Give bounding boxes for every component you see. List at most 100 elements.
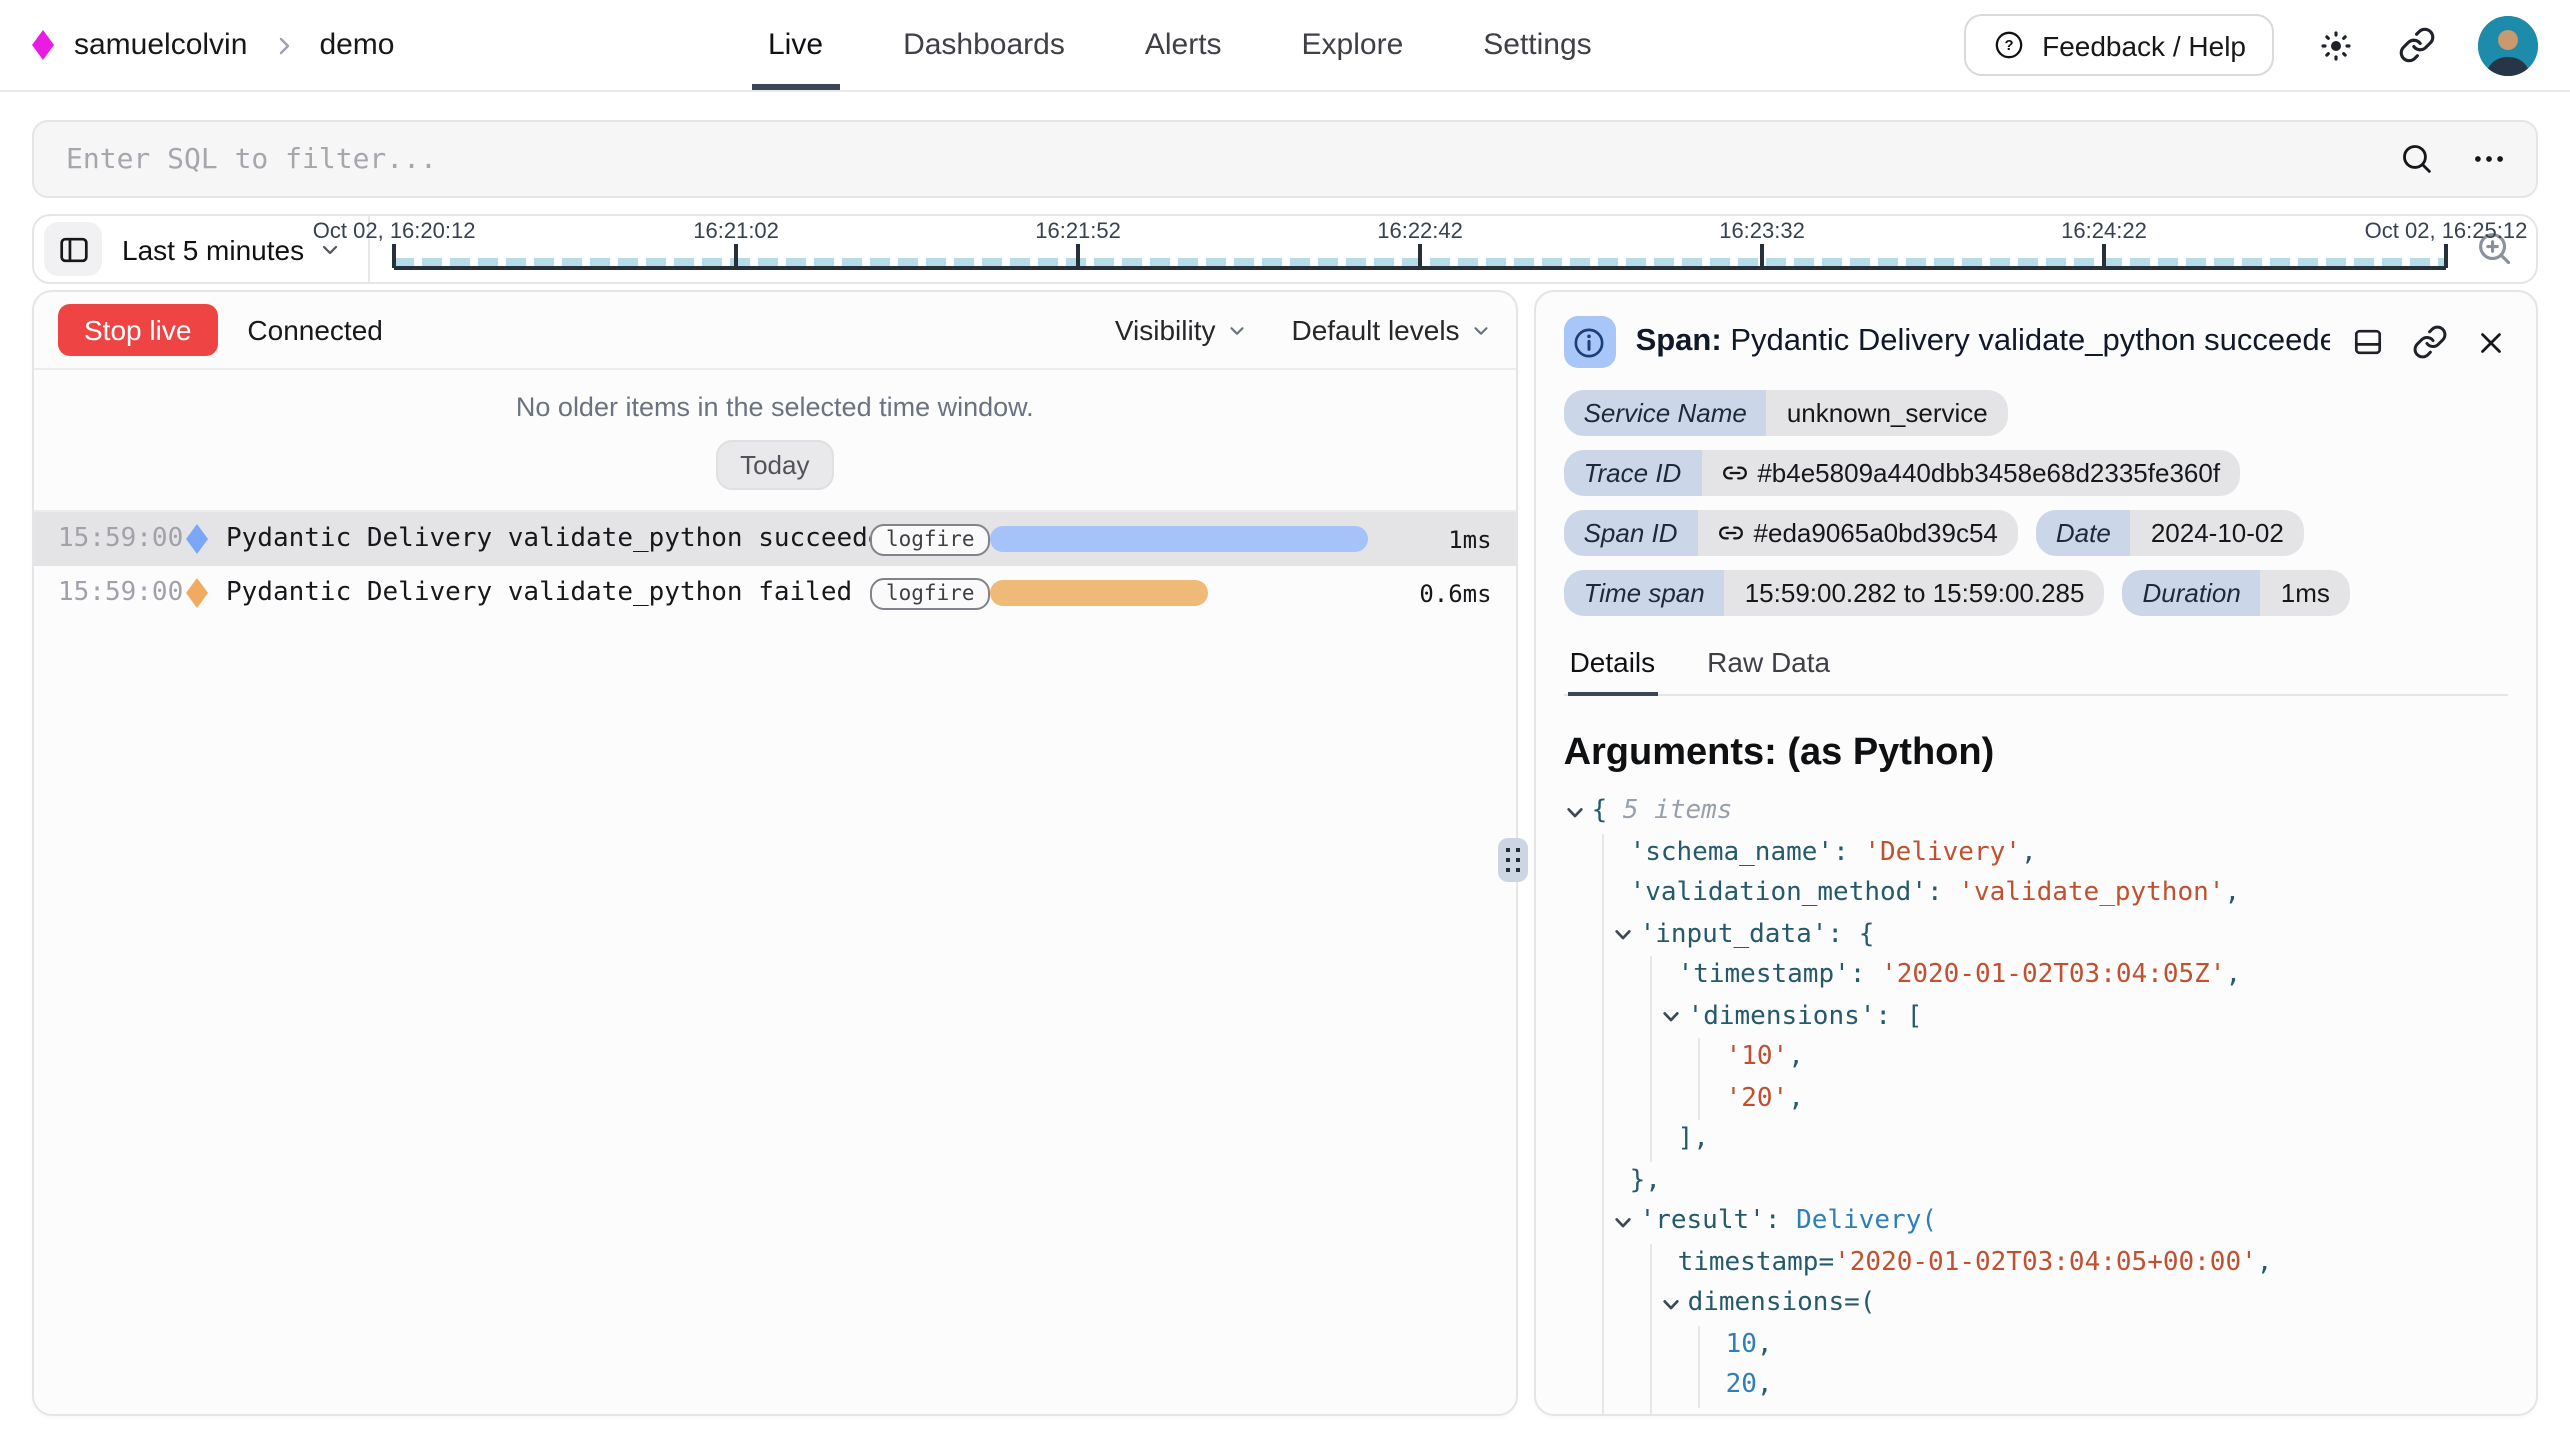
detail-tab-raw-data[interactable]: Raw Data [1705, 646, 1832, 694]
attribute-value-text: unknown_service [1787, 398, 1988, 428]
detail-tab-details[interactable]: Details [1568, 646, 1658, 694]
json-token: , [1757, 1325, 1773, 1366]
json-token: , [1788, 1038, 1804, 1079]
json-children: 10,20, [1698, 1325, 2508, 1407]
json-line: '10', [1726, 1038, 2508, 1079]
default-levels-dropdown[interactable]: Default levels [1291, 314, 1491, 346]
visibility-dropdown[interactable]: Visibility [1115, 314, 1248, 346]
duration-bar-track [990, 526, 1368, 552]
theme-toggle-sun-icon[interactable] [2316, 25, 2356, 65]
link-icon[interactable] [1721, 460, 1747, 486]
breadcrumb-org[interactable]: samuelcolvin [74, 28, 247, 62]
json-token: 'schema_name' [1630, 833, 1834, 874]
attribute-value: 15:59:00.282 to 15:59:00.285 [1725, 570, 2105, 616]
log-row-message: Pydantic Delivery validate_python failed [226, 578, 870, 608]
expander-chevron-icon[interactable] [1614, 927, 1640, 945]
sql-filter-input[interactable] [62, 141, 2364, 177]
json-line: 'schema_name': 'Delivery', [1630, 833, 2508, 874]
timeline-tick [1076, 244, 1079, 268]
logfire-tag[interactable]: logfire [870, 523, 991, 555]
json-children: 'schema_name': 'Delivery','validation_me… [1602, 833, 2508, 1416]
nav-tab-settings[interactable]: Settings [1483, 0, 1591, 90]
json-token: , [1788, 1079, 1804, 1120]
copy-link-icon[interactable] [2412, 324, 2448, 360]
chevron-right-icon [271, 33, 295, 57]
panel-splitter-grip[interactable] [1498, 838, 1528, 882]
span-title-prefix: Span: [1636, 324, 1722, 358]
json-token: , [2257, 1243, 2273, 1284]
connection-status: Connected [247, 314, 382, 346]
sidebar-toggle-icon[interactable] [44, 222, 102, 276]
live-log-panel: Stop live Connected Visibility Default l… [32, 290, 1518, 1416]
json-token: ], [1678, 1120, 1709, 1161]
json-token: , [2224, 874, 2240, 915]
expander-chevron-icon[interactable] [1614, 1214, 1640, 1232]
json-token: }, [1630, 1161, 1661, 1202]
json-line: 20, [1726, 1366, 2508, 1407]
attribute-value: #eda9065a0bd39c54 [1698, 510, 2018, 556]
expander-chevron-icon[interactable] [1662, 1296, 1688, 1314]
timeline-tick-label: 16:21:02 [693, 220, 779, 244]
close-icon[interactable] [2474, 325, 2508, 359]
json-line: 'input_data': { [1630, 915, 2508, 956]
attribute-value-text: 2024-10-02 [2151, 518, 2284, 548]
link-icon[interactable] [1718, 520, 1744, 546]
json-token: ), [1678, 1407, 1709, 1416]
search-icon[interactable] [2398, 140, 2436, 178]
dock-panel-icon[interactable] [2350, 324, 2386, 360]
json-line: 'dimensions': [ [1678, 997, 2508, 1038]
nav-tab-explore[interactable]: Explore [1302, 0, 1404, 90]
expander-chevron-icon[interactable] [1662, 1009, 1688, 1027]
json-line: 10, [1726, 1325, 2508, 1366]
time-range-bar: Last 5 minutes Oct 02, 16:20:1216:21:021… [32, 214, 2538, 284]
attribute-pill-duration: Duration1ms [2123, 570, 2350, 616]
attribute-pill-time-span: Time span15:59:00.282 to 15:59:00.285 [1564, 570, 2105, 616]
timeline-track[interactable]: Oct 02, 16:20:1216:21:0216:21:5216:22:42… [394, 216, 2446, 282]
json-line: 'result': Delivery( [1630, 1202, 2508, 1243]
log-level-diamond-icon [186, 578, 208, 608]
feedback-help-button[interactable]: ? Feedback / Help [1964, 14, 2274, 76]
json-token: '10' [1726, 1038, 1789, 1079]
timeline-tick-label: 16:24:22 [2061, 220, 2147, 244]
timeline-tick [2102, 244, 2105, 268]
chevron-down-icon [1225, 319, 1247, 341]
badge-row: Span ID#eda9065a0bd39c54Date2024-10-02 [1564, 510, 2304, 556]
more-options-icon[interactable] [2470, 140, 2508, 178]
attribute-value-text: #b4e5809a440dbb3458e68d2335fe360f [1757, 458, 2220, 488]
log-row[interactable]: 15:59:00Pydantic Delivery validate_pytho… [34, 566, 1516, 620]
nav-tab-dashboards[interactable]: Dashboards [903, 0, 1065, 90]
nav-tab-live[interactable]: Live [768, 0, 823, 90]
json-token: { [1592, 792, 1623, 833]
json-token: , [1757, 1366, 1773, 1407]
attribute-label: Trace ID [1564, 450, 1702, 496]
today-chip[interactable]: Today [716, 440, 833, 490]
attribute-pill-date: Date2024-10-02 [2036, 510, 2304, 556]
attribute-label: Time span [1564, 570, 1725, 616]
json-token: [ [1907, 997, 1923, 1038]
main-nav: Live Dashboards Alerts Explore Settings [768, 0, 1592, 90]
attribute-pill-trace-id: Trace ID #b4e5809a440dbb3458e68d2335fe360… [1564, 450, 2241, 496]
logfire-logo-icon[interactable] [32, 30, 54, 60]
breadcrumb-project[interactable]: demo [319, 28, 394, 62]
nav-tab-alerts[interactable]: Alerts [1145, 0, 1222, 90]
json-token: 'validate_python' [1958, 874, 2224, 915]
expander-chevron-icon[interactable] [1566, 804, 1592, 822]
stop-live-button[interactable]: Stop live [58, 304, 217, 356]
json-token: { [1859, 915, 1875, 956]
user-avatar[interactable] [2478, 15, 2538, 75]
share-link-icon[interactable] [2398, 26, 2436, 64]
live-panel-header: Stop live Connected Visibility Default l… [34, 292, 1516, 370]
attribute-value: 1ms [2261, 570, 2350, 616]
timeline-tick [734, 244, 737, 268]
log-row-tag-cell: logfire [870, 577, 982, 609]
json-token: '2020-01-02T03:04:05Z' [1881, 956, 2225, 997]
json-token: Delivery( [1796, 1202, 1937, 1243]
log-row[interactable]: 15:59:00Pydantic Delivery validate_pytho… [34, 512, 1516, 566]
visibility-label: Visibility [1115, 314, 1216, 346]
json-token: 'timestamp' [1678, 956, 1850, 997]
empty-window-message: No older items in the selected time wind… [34, 392, 1516, 422]
attribute-label: Service Name [1564, 390, 1767, 436]
span-detail-panel: Span: Pydantic Delivery validate_python … [1534, 290, 2538, 1416]
json-token: , [2021, 833, 2037, 874]
logfire-tag[interactable]: logfire [870, 577, 991, 609]
